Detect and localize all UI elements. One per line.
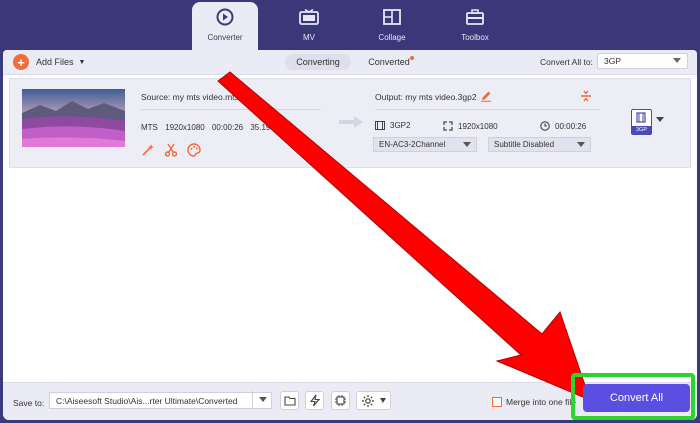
video-thumbnail[interactable] — [22, 89, 125, 147]
output-duration: 00:00:26 — [555, 121, 587, 131]
chevron-down-icon[interactable] — [656, 117, 664, 122]
chevron-down-icon[interactable]: ▼ — [79, 59, 86, 66]
collage-icon — [382, 8, 402, 26]
save-to-label: Save to: — [13, 398, 45, 408]
tab-converter[interactable]: Converter — [192, 2, 258, 50]
convert-all-label: Convert All — [609, 392, 664, 404]
hardware-acceleration-button[interactable] — [305, 391, 324, 410]
source-duration: 00:00:26 — [211, 123, 244, 132]
open-folder-button[interactable] — [280, 391, 299, 410]
audio-track-select[interactable]: EN-AC3-2Channel — [373, 137, 477, 152]
notification-dot — [410, 56, 414, 60]
chip-off-icon — [335, 395, 346, 406]
settings-button[interactable] — [356, 391, 391, 410]
merge-label: Merge into one file — [506, 397, 576, 407]
output-resolution: 1920x1080 — [458, 121, 498, 131]
output-format: 3GP2 — [390, 121, 411, 130]
output-format-info: 3GP2 — [375, 121, 410, 130]
edit-tools — [141, 143, 201, 157]
info-icon[interactable]: i — [248, 90, 251, 101]
tab-mv[interactable]: MV — [276, 2, 342, 50]
tab-mv-label: MV — [303, 33, 315, 42]
chevron-down-icon[interactable] — [252, 391, 272, 408]
lightning-off-icon — [309, 394, 320, 407]
chevron-down-icon — [463, 142, 471, 147]
file-item: Source: my mts video.mts i MTS 1920x1080… — [9, 78, 691, 168]
top-nav-bar: Converter MV Collage Toolbox — [0, 0, 700, 50]
tab-converting[interactable]: Converting — [285, 54, 351, 70]
tv-icon — [299, 8, 319, 26]
divider — [141, 109, 321, 110]
tab-collage-label: Collage — [378, 33, 406, 42]
tab-converted-label: Converted — [368, 57, 410, 67]
converter-icon — [215, 8, 235, 26]
subtitle-select[interactable]: Subtitle Disabled — [488, 137, 591, 152]
film-icon — [375, 121, 385, 130]
scissors-icon[interactable] — [164, 143, 178, 157]
convert-all-to-label: Convert All to: — [540, 57, 593, 67]
plus-icon: + — [13, 54, 29, 70]
palette-icon[interactable] — [187, 143, 201, 157]
pencil-icon[interactable] — [480, 90, 492, 102]
save-path-value: C:\Aiseesoft Studio\Ais...rter Ultimate\… — [56, 396, 238, 406]
subtitle-value: Subtitle Disabled — [494, 140, 555, 149]
output-format-badge[interactable]: 3GP — [631, 109, 652, 135]
magic-wand-icon[interactable] — [141, 143, 155, 157]
convert-all-format-select[interactable]: 3GP — [597, 53, 688, 69]
arrow-right-icon — [339, 116, 363, 128]
source-filename: Source: my mts video.mts — [141, 92, 239, 102]
clock-icon — [540, 121, 550, 131]
chevron-down-icon — [380, 398, 386, 403]
convert-all-format-value: 3GP — [604, 56, 622, 66]
gpu-acceleration-button[interactable] — [331, 391, 350, 410]
output-resolution-info: 1920x1080 — [443, 121, 498, 131]
chevron-down-icon — [577, 142, 585, 147]
convert-all-button[interactable]: Convert All — [583, 384, 690, 412]
source-resolution: 1920x1080 — [165, 123, 205, 132]
merge-checkbox[interactable] — [492, 397, 502, 407]
source-size: 35.19 MB — [250, 123, 285, 132]
source-meta: MTS 1920x1080 00:00:26 35.19 MB — [141, 123, 290, 132]
tab-converter-label: Converter — [207, 33, 243, 42]
main-panel: + Add Files ▼ Converting Converted Conve… — [3, 50, 697, 420]
folder-icon — [283, 395, 296, 406]
resize-icon — [443, 121, 453, 131]
toolbar: + Add Files ▼ Converting Converted Conve… — [3, 50, 697, 75]
audio-track-value: EN-AC3-2Channel — [379, 140, 446, 149]
output-filename: Output: my mts video.3gp2 — [375, 92, 477, 102]
tab-converted[interactable]: Converted — [360, 54, 418, 70]
chevron-down-icon — [673, 58, 681, 63]
tab-converting-label: Converting — [296, 57, 340, 67]
output-duration-info: 00:00:26 — [540, 121, 586, 131]
add-files-label: Add Files — [36, 57, 74, 67]
format-badge-label: 3GP — [632, 126, 651, 134]
add-files-button[interactable]: + Add Files ▼ — [13, 54, 85, 70]
source-format: MTS — [141, 123, 158, 132]
gear-icon — [362, 395, 374, 407]
divider — [375, 109, 600, 110]
tab-toolbox[interactable]: Toolbox — [442, 2, 508, 50]
save-path-select[interactable]: C:\Aiseesoft Studio\Ais...rter Ultimate\… — [49, 392, 272, 409]
toolbox-icon — [465, 8, 485, 26]
tab-toolbox-label: Toolbox — [461, 33, 489, 42]
compress-icon[interactable] — [580, 90, 592, 102]
tab-collage[interactable]: Collage — [359, 2, 425, 50]
film-icon — [636, 112, 646, 123]
